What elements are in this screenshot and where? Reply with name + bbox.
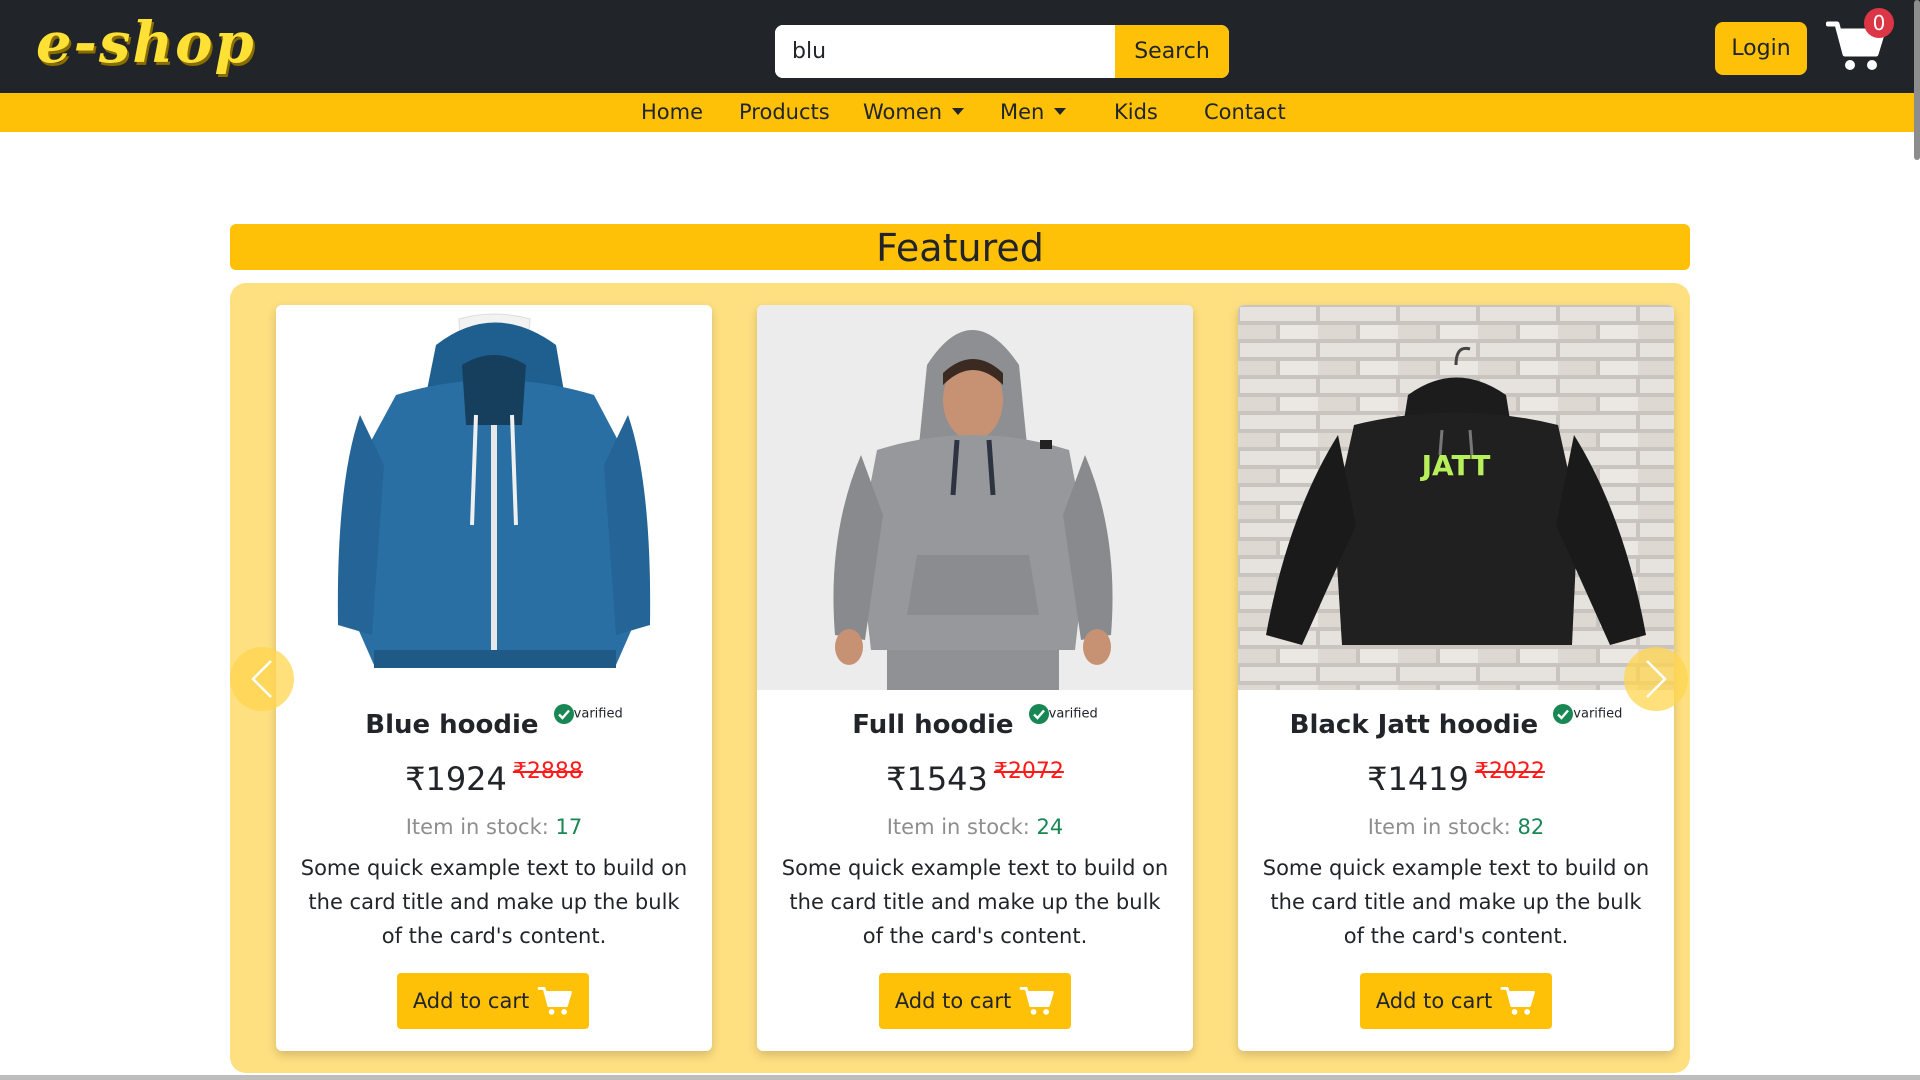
top-bar: e-shop Search Login 0 [0, 0, 1920, 93]
product-title[interactable]: Full hoodie [852, 710, 1013, 740]
nav-men-label: Men [1000, 100, 1045, 124]
verified-badge: varified [1553, 704, 1622, 724]
logo[interactable]: e-shop [36, 10, 256, 76]
caret-down-icon [952, 107, 965, 115]
stock-info: Item in stock: 24 [757, 815, 1193, 839]
nav-contact[interactable]: Contact [1204, 93, 1286, 132]
nav-home-label: Home [641, 100, 704, 124]
product-old-price: ₹2888 [512, 759, 583, 784]
add-to-cart-label: Add to cart [412, 989, 530, 1013]
verified-check-icon [553, 704, 574, 724]
search-input[interactable] [775, 25, 1115, 78]
price-row: ₹1543 ₹2072 [757, 759, 1193, 798]
nav-kids[interactable]: Kids [1114, 93, 1158, 132]
horizontal-scrollbar[interactable] [0, 1075, 1920, 1080]
product-image[interactable] [757, 305, 1193, 690]
add-to-cart-button[interactable]: Add to cart [397, 973, 589, 1029]
product-card: Full hoodie varified ₹1543 ₹2072 Item in … [757, 305, 1193, 1051]
verified-label: varified [573, 706, 623, 722]
page-scrollbar[interactable] [1914, 0, 1920, 160]
product-image[interactable] [276, 305, 712, 690]
product-image[interactable]: JATT [1238, 305, 1674, 690]
verified-label: varified [1048, 706, 1098, 722]
product-old-price: ₹2072 [993, 759, 1064, 784]
nav-men-dropdown[interactable]: Men [1000, 93, 1067, 132]
product-title-row: Black Jatt hoodie varified [1238, 704, 1674, 740]
add-to-cart-button[interactable]: Add to cart [1360, 973, 1552, 1029]
chevron-right-icon [1646, 660, 1667, 698]
product-old-price: ₹2022 [1474, 759, 1545, 784]
product-title-row: Blue hoodie varified [276, 704, 712, 740]
featured-carousel: Blue hoodie varified ₹1924 ₹2888 Item in … [230, 283, 1690, 1073]
nav-contact-label: Contact [1204, 100, 1286, 124]
add-to-cart-label: Add to cart [1375, 989, 1493, 1013]
price-row: ₹1419 ₹2022 [1238, 759, 1674, 798]
product-title[interactable]: Black Jatt hoodie [1290, 710, 1539, 740]
stock-info: Item in stock: 82 [1238, 815, 1674, 839]
product-title-row: Full hoodie varified [757, 704, 1193, 740]
carousel-next-button[interactable] [1624, 647, 1688, 711]
verified-badge: varified [1028, 704, 1098, 724]
add-to-cart-label: Add to cart [894, 989, 1012, 1013]
cart-count-badge: 0 [1864, 8, 1894, 38]
stock-label: Item in stock: [1367, 815, 1511, 839]
nav-women-label: Women [863, 100, 943, 124]
cart-icon [537, 987, 573, 1015]
featured-heading: Featured [230, 224, 1690, 270]
product-price: ₹1543 [886, 760, 988, 798]
nav-home[interactable]: Home [641, 93, 703, 132]
stock-label: Item in stock: [886, 815, 1030, 839]
carousel-prev-button[interactable] [230, 647, 294, 711]
verified-check-icon [1028, 704, 1049, 724]
add-to-cart-button[interactable]: Add to cart [879, 973, 1071, 1029]
nav-products[interactable]: Products [739, 93, 830, 132]
search-button[interactable]: Search [1115, 25, 1229, 78]
cart-icon [1500, 987, 1536, 1015]
stock-count: 17 [555, 815, 583, 839]
cart-icon [1019, 987, 1055, 1015]
hoodie-print-text: JATT [1420, 449, 1491, 482]
login-button[interactable]: Login [1715, 22, 1807, 75]
product-price: ₹1924 [405, 760, 507, 798]
nav-women-dropdown[interactable]: Women [863, 93, 965, 132]
chevron-left-icon [251, 660, 272, 698]
nav-products-label: Products [739, 100, 830, 124]
caret-down-icon [1054, 107, 1067, 115]
product-description: Some quick example text to build on the … [781, 856, 1169, 948]
product-description: Some quick example text to build on the … [300, 856, 688, 948]
verified-badge: varified [553, 704, 623, 724]
stock-label: Item in stock: [405, 815, 549, 839]
search-form: Search [775, 25, 1229, 78]
product-card: JATT Black Jatt hoodie varified ₹1419 ₹20… [1238, 305, 1674, 1051]
product-card: Blue hoodie varified ₹1924 ₹2888 Item in … [276, 305, 712, 1051]
stock-count: 82 [1517, 815, 1545, 839]
nav-bar: Home Products Women Men Kids Contact [0, 93, 1920, 132]
verified-label: varified [1573, 706, 1623, 722]
stock-info: Item in stock: 17 [276, 815, 712, 839]
product-price: ₹1419 [1367, 760, 1469, 798]
price-row: ₹1924 ₹2888 [276, 759, 712, 798]
product-title[interactable]: Blue hoodie [365, 710, 538, 740]
stock-count: 24 [1036, 815, 1064, 839]
product-description: Some quick example text to build on the … [1262, 856, 1650, 948]
verified-check-icon [1553, 704, 1574, 724]
nav-kids-label: Kids [1114, 100, 1158, 124]
